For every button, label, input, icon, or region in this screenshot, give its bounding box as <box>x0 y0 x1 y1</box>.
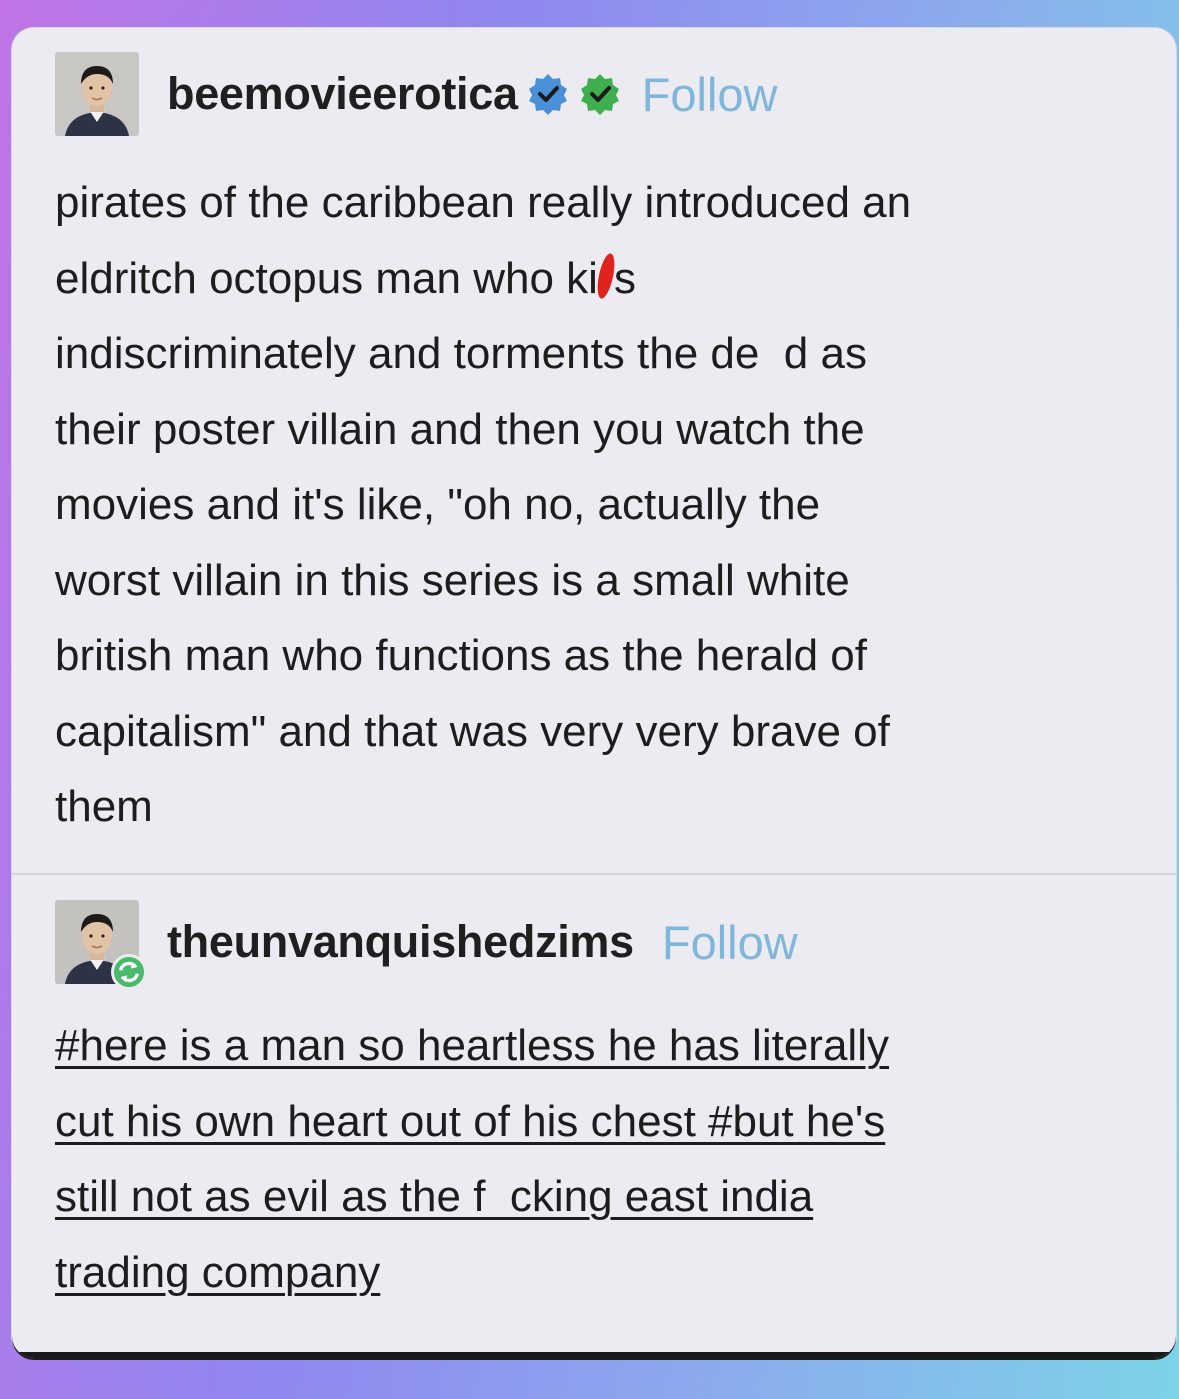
body-line: them <box>55 782 153 831</box>
tag-line: #here is a man so heartless he has liter… <box>55 1008 1135 1084</box>
post-card: beemovieerotica Follow pirates of the ca… <box>12 28 1176 1358</box>
reblog-icon <box>111 954 147 990</box>
verified-blue-icon <box>526 72 570 116</box>
tag-line: still not as evil as the f cking east in… <box>55 1159 1135 1235</box>
body-line: capitalism" and that was very very brave… <box>55 706 890 756</box>
follow-button[interactable]: Follow <box>642 67 778 122</box>
body-line: indiscriminately and torments the de d a… <box>55 329 867 378</box>
tag-text[interactable]: still not as evil as the f cking east in… <box>55 1172 813 1221</box>
tag-text[interactable]: trading company <box>55 1248 380 1297</box>
follow-button[interactable]: Follow <box>662 915 798 970</box>
tag-text[interactable]: #here is a man so heartless he has liter… <box>55 1021 889 1070</box>
reblog-header: theunvanquishedzims Follow <box>55 900 798 990</box>
body-line: british man who functions as the herald … <box>55 631 868 680</box>
avatar[interactable] <box>55 900 147 990</box>
tag-line: trading company <box>55 1235 1135 1311</box>
body-line: pirates of the caribbean really introduc… <box>55 178 912 227</box>
post-body: pirates of the caribbean really introduc… <box>55 165 1135 845</box>
avatar[interactable] <box>55 52 139 136</box>
verified-green-icon <box>578 72 622 116</box>
original-post: beemovieerotica Follow pirates of the ca… <box>12 28 1176 873</box>
tag-line: cut his own heart out of his chest #but … <box>55 1084 1135 1160</box>
body-line: worst villain in this series is a small … <box>55 555 850 605</box>
tag-text[interactable]: cut his own heart out of his chest #but … <box>55 1097 885 1146</box>
reblog-tags: #here is a man so heartless he has liter… <box>55 1008 1135 1310</box>
body-line: their poster villain and then you watch … <box>55 404 865 454</box>
body-line: eldritch octopus man who ki s <box>55 241 1135 317</box>
body-line-part: s <box>613 253 636 303</box>
username[interactable]: theunvanquishedzims <box>167 916 634 968</box>
body-line-part: eldritch octopus man who ki <box>55 253 598 303</box>
reblog-post: theunvanquishedzims Follow #here is a ma… <box>12 875 1176 1345</box>
body-line: movies and it's like, "oh no, actually t… <box>55 480 821 529</box>
username[interactable]: beemovieerotica <box>167 68 518 120</box>
post-header: beemovieerotica Follow <box>55 52 778 136</box>
